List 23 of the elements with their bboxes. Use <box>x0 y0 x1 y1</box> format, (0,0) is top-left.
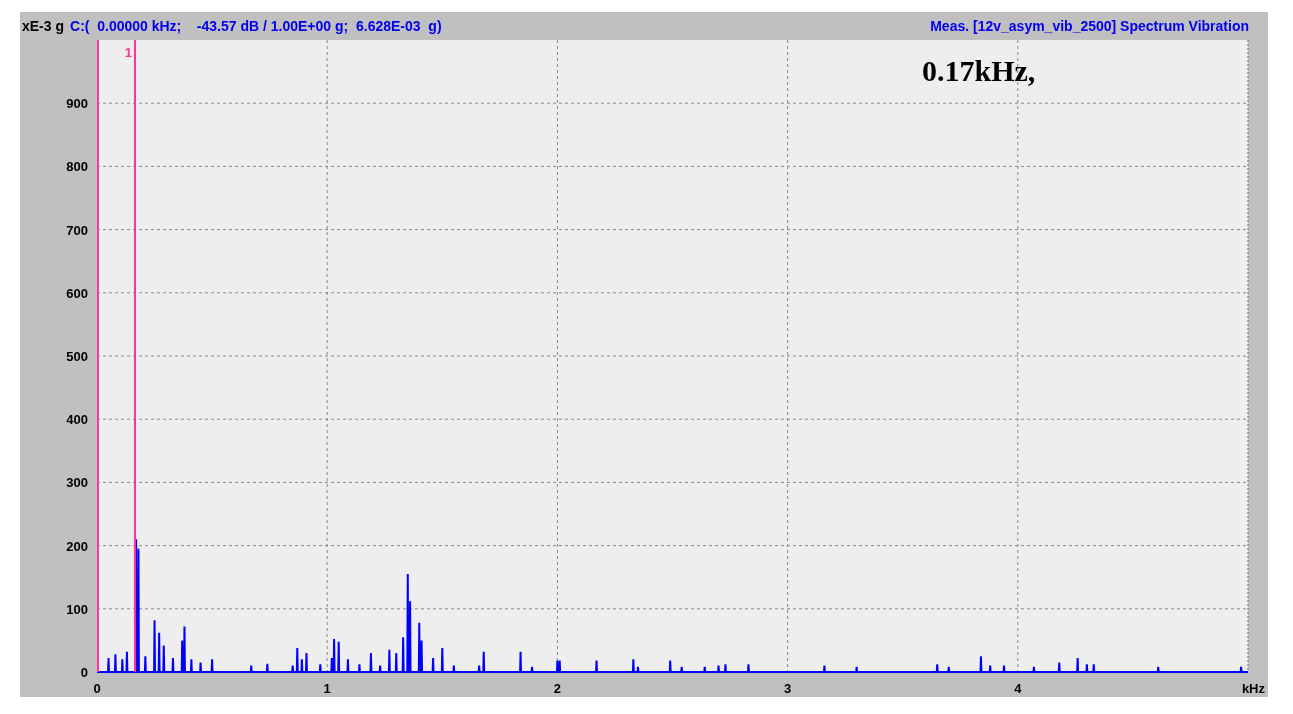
axis-tick-label: 700 <box>66 222 88 238</box>
axis-tick-label: 800 <box>66 159 88 175</box>
axis-tick-label: 4 <box>1014 681 1022 696</box>
axis-tick-label: 0 <box>93 681 101 696</box>
x-axis-label: kHz <box>1241 681 1265 696</box>
cursor-line[interactable] <box>97 40 99 672</box>
chart-title: Meas. [12v_asym_vib_2500] Spectrum Vibration <box>930 18 1249 34</box>
axis-tick-label: 100 <box>66 601 88 617</box>
marker-line[interactable] <box>134 40 136 673</box>
axis-tick-label: 600 <box>66 285 88 301</box>
axis-tick-label: 300 <box>66 475 88 491</box>
axis-tick-label: 0 <box>80 665 88 680</box>
marker-label: 1 <box>124 45 132 60</box>
axis-tick-label: 1 <box>323 681 331 696</box>
frequency-note: 0.17kHz, <box>922 54 1036 88</box>
cursor-readout: C:( 0.00000 kHz; -43.57 dB / 1.00E+00 g; 6.628E-03 g) <box>70 18 442 34</box>
axis-tick-label: 400 <box>66 412 88 428</box>
axis-tick-label: 200 <box>66 538 88 554</box>
axis-tick-label: 2 <box>553 681 561 696</box>
axis-tick-label: 900 <box>66 96 88 112</box>
axis-tick-label: 3 <box>784 681 792 696</box>
unit-label: xE-3 g <box>22 18 64 34</box>
axis-tick-label: 500 <box>66 349 88 364</box>
